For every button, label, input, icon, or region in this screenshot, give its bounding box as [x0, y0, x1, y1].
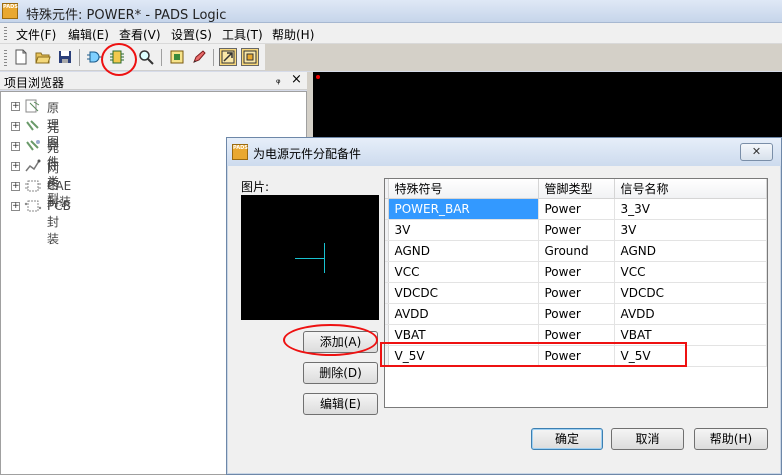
- assign-power-dialog: PADS 为电源元件分配备件 ✕ 图片: 添加(A) 删除(D) 编辑(E) 特…: [226, 137, 782, 475]
- save-icon[interactable]: [56, 48, 74, 66]
- edit-button[interactable]: 编辑(E): [303, 393, 378, 415]
- cell-symbol[interactable]: AVDD: [388, 303, 539, 325]
- table-row[interactable]: AVDD Power AVDD: [385, 303, 767, 325]
- tree-item-label: PCB 封装: [47, 199, 71, 246]
- toolbar-separator: [161, 49, 162, 66]
- toolbar-separator: [213, 49, 214, 66]
- cell-pin-type[interactable]: Power: [538, 198, 615, 220]
- annotation-circle-toolbar: [101, 43, 137, 76]
- cell-pin-type[interactable]: Power: [538, 303, 615, 325]
- annotation-box-new-row: [380, 342, 687, 367]
- zoom-icon[interactable]: [137, 48, 155, 66]
- cell-pin-type[interactable]: Power: [538, 261, 615, 283]
- expand-icon[interactable]: +: [11, 142, 20, 151]
- pcb-decal-icon: [24, 200, 42, 212]
- expand-icon[interactable]: +: [11, 122, 20, 131]
- column-header-symbol[interactable]: 特殊符号: [388, 179, 539, 199]
- expand-icon[interactable]: +: [11, 182, 20, 191]
- delete-button[interactable]: 删除(D): [303, 362, 378, 384]
- toolbar-grip[interactable]: [4, 50, 7, 66]
- cae-decal-icon: [25, 180, 41, 192]
- view-logic-icon[interactable]: [241, 48, 259, 66]
- power-symbol-grid[interactable]: 特殊符号 管脚类型 信号名称 POWER_BAR Power 3_3V 3V Power…: [384, 178, 768, 408]
- pin-icon[interactable]: ᵩ: [276, 73, 281, 86]
- menu-help[interactable]: 帮助(H): [272, 26, 314, 43]
- menu-grip[interactable]: [4, 27, 7, 40]
- grid-table: 特殊符号 管脚类型 信号名称 POWER_BAR Power 3_3V 3V Power…: [385, 179, 767, 367]
- menu-tools[interactable]: 工具(T): [222, 26, 263, 43]
- dialog-title: 为电源元件分配备件: [253, 147, 362, 161]
- component-icon: [26, 120, 39, 131]
- close-icon[interactable]: ×: [291, 72, 302, 87]
- properties-icon[interactable]: [168, 48, 186, 66]
- cell-symbol[interactable]: 3V: [388, 219, 539, 241]
- part-type-icon: [26, 140, 40, 151]
- ok-button[interactable]: 确定: [531, 428, 603, 450]
- cell-symbol[interactable]: POWER_BAR: [388, 198, 539, 220]
- cell-pin-type[interactable]: Ground: [538, 240, 615, 262]
- expand-icon[interactable]: +: [11, 202, 20, 211]
- view-pcb-icon[interactable]: [219, 48, 237, 66]
- project-browser-title: 项目浏览器: [4, 76, 65, 90]
- pads-logo-icon: PADS: [2, 3, 18, 19]
- cell-pin-type[interactable]: Power: [538, 282, 615, 304]
- pads-logo-icon: PADS: [232, 144, 248, 160]
- table-row[interactable]: POWER_BAR Power 3_3V: [385, 198, 767, 220]
- annotation-circle-add-button: [283, 324, 378, 356]
- picture-label: 图片:: [241, 180, 270, 194]
- column-header-pin-type[interactable]: 管脚类型: [538, 179, 615, 199]
- symbol-stem-line: [295, 258, 324, 259]
- symbol-preview: [241, 195, 379, 320]
- cell-signal-name[interactable]: 3_3V: [614, 198, 767, 220]
- column-header-signal-name[interactable]: 信号名称: [614, 179, 767, 199]
- window-title: 特殊元件: POWER* - PADS Logic: [26, 8, 227, 23]
- cell-signal-name[interactable]: 3V: [614, 219, 767, 241]
- cancel-button[interactable]: 取消: [611, 428, 684, 450]
- open-folder-icon[interactable]: [34, 48, 52, 66]
- cell-symbol[interactable]: VCC: [388, 261, 539, 283]
- cell-signal-name[interactable]: VCC: [614, 261, 767, 283]
- project-browser-header: 项目浏览器 ᵩ ×: [0, 72, 310, 90]
- dialog-close-button[interactable]: ✕: [740, 143, 773, 161]
- grid-header-row: 特殊符号 管脚类型 信号名称: [385, 179, 767, 199]
- table-row[interactable]: 3V Power 3V: [385, 219, 767, 241]
- expand-icon[interactable]: +: [11, 162, 20, 171]
- menu-edit[interactable]: 编辑(E): [68, 26, 109, 43]
- origin-marker-icon: [316, 75, 320, 79]
- pencil-icon[interactable]: [190, 48, 208, 66]
- table-row[interactable]: AGND Ground AGND: [385, 240, 767, 262]
- cell-symbol[interactable]: AGND: [388, 240, 539, 262]
- toolbar-separator: [79, 49, 80, 66]
- help-button[interactable]: 帮助(H): [694, 428, 768, 450]
- expand-icon[interactable]: +: [11, 102, 20, 111]
- new-file-icon[interactable]: [12, 48, 30, 66]
- cell-signal-name[interactable]: AVDD: [614, 303, 767, 325]
- menu-view[interactable]: 查看(V): [119, 26, 161, 43]
- cell-signal-name[interactable]: AGND: [614, 240, 767, 262]
- menu-bar: 文件(F) 编辑(E) 查看(V) 设置(S) 工具(T) 帮助(H): [0, 23, 782, 44]
- menu-setup[interactable]: 设置(S): [171, 26, 212, 43]
- cell-symbol[interactable]: VDCDC: [388, 282, 539, 304]
- cell-signal-name[interactable]: VDCDC: [614, 282, 767, 304]
- menu-file[interactable]: 文件(F): [16, 26, 56, 43]
- net-icon: [25, 159, 41, 172]
- schematic-icon: [25, 99, 40, 113]
- toolbar-empty-area: [265, 44, 782, 71]
- cell-pin-type[interactable]: Power: [538, 219, 615, 241]
- table-row[interactable]: VDCDC Power VDCDC: [385, 282, 767, 304]
- table-row[interactable]: VCC Power VCC: [385, 261, 767, 283]
- symbol-bar-line: [324, 243, 325, 273]
